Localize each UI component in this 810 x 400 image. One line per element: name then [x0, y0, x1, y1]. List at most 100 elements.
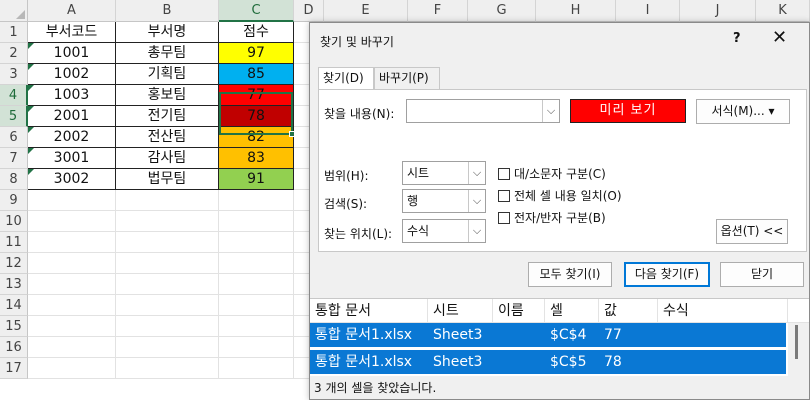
options-button[interactable]: 옵션(T) << — [716, 219, 788, 244]
row-header-13[interactable]: 13 — [0, 274, 28, 295]
column-header-a[interactable]: A — [28, 0, 116, 22]
cell-c7[interactable]: 83 — [219, 148, 294, 169]
row-header-10[interactable]: 10 — [0, 211, 28, 232]
cell-b4[interactable]: 홍보팀 — [116, 85, 219, 106]
fill-handle[interactable] — [289, 131, 295, 137]
cell-c14[interactable] — [219, 295, 294, 316]
cell-a1[interactable]: 부서코드 — [28, 22, 116, 43]
cell-c3[interactable]: 85 — [219, 64, 294, 85]
column-header-h[interactable]: H — [536, 0, 616, 22]
cell-b8[interactable]: 법무팀 — [116, 169, 219, 190]
row-header-6[interactable]: 6 — [0, 127, 28, 148]
column-header-b[interactable]: B — [116, 0, 219, 22]
column-header-f[interactable]: F — [408, 0, 468, 22]
cell-c1[interactable]: 점수 — [219, 22, 294, 43]
cell-b5[interactable]: 전기팀 — [116, 106, 219, 127]
column-header-g[interactable]: G — [468, 0, 536, 22]
cell-a9[interactable] — [28, 190, 116, 211]
cell-a7[interactable]: 3001 — [28, 148, 116, 169]
row-header-15[interactable]: 15 — [0, 316, 28, 337]
match-case-checkbox[interactable]: 대/소문자 구분(C) — [498, 165, 606, 182]
cell-b1[interactable]: 부서명 — [116, 22, 219, 43]
cell-b3[interactable]: 기획팀 — [116, 64, 219, 85]
result-row[interactable]: 통합 문서1.xlsx Sheet3 $C$4 77 — [310, 323, 786, 347]
select-all-corner[interactable] — [0, 0, 28, 22]
chevron-down-icon[interactable]: ⌵ — [468, 162, 485, 184]
row-header-17[interactable]: 17 — [0, 358, 28, 379]
cell-b14[interactable] — [116, 295, 219, 316]
row-header-16[interactable]: 16 — [0, 337, 28, 358]
column-header-d[interactable]: D — [294, 0, 324, 22]
results-list[interactable]: 통합 문서 시트 이름 셀 값 수식 통합 문서1.xlsx Sheet3 $C$4 77 통합 … — [310, 298, 809, 377]
cell-b13[interactable] — [116, 274, 219, 295]
cell-a13[interactable] — [28, 274, 116, 295]
row-header-4[interactable]: 4 — [0, 85, 28, 106]
find-what-input[interactable]: ⌵ — [406, 99, 560, 123]
chevron-down-icon[interactable]: ⌵ — [542, 100, 559, 122]
cell-a11[interactable] — [28, 232, 116, 253]
cell-c12[interactable] — [219, 253, 294, 274]
row-header-14[interactable]: 14 — [0, 295, 28, 316]
row-header-9[interactable]: 9 — [0, 190, 28, 211]
column-header-j[interactable]: J — [680, 0, 756, 22]
row-header-8[interactable]: 8 — [0, 169, 28, 190]
close-icon[interactable]: ✕ — [772, 27, 787, 48]
cell-b2[interactable]: 총무팀 — [116, 43, 219, 64]
cell-b6[interactable]: 전산팀 — [116, 127, 219, 148]
cell-c2[interactable]: 97 — [219, 43, 294, 64]
close-button[interactable]: 닫기 — [720, 262, 804, 287]
cell-c16[interactable] — [219, 337, 294, 358]
tab-find[interactable]: 찾기(D) — [318, 67, 374, 91]
result-row[interactable]: 통합 문서1.xlsx Sheet3 $C$5 78 — [310, 350, 786, 374]
cell-b12[interactable] — [116, 253, 219, 274]
row-header-3[interactable]: 3 — [0, 64, 28, 85]
row-header-12[interactable]: 12 — [0, 253, 28, 274]
cell-c13[interactable] — [219, 274, 294, 295]
cell-a10[interactable] — [28, 211, 116, 232]
cell-a6[interactable]: 2002 — [28, 127, 116, 148]
cell-b9[interactable] — [116, 190, 219, 211]
cell-a17[interactable] — [28, 358, 116, 379]
cell-a4[interactable]: 1003 — [28, 85, 116, 106]
row-header-2[interactable]: 2 — [0, 43, 28, 64]
cell-a14[interactable] — [28, 295, 116, 316]
find-next-button[interactable]: 다음 찾기(F) — [624, 262, 710, 287]
cell-c15[interactable] — [219, 316, 294, 337]
results-column-header[interactable]: 셀 — [545, 299, 599, 323]
cell-c9[interactable] — [219, 190, 294, 211]
results-column-header[interactable]: 수식 — [658, 299, 788, 323]
look-in-select[interactable]: 수식 ⌵ — [402, 219, 486, 243]
results-scrollbar[interactable] — [788, 323, 809, 377]
find-all-button[interactable]: 모두 찾기(I) — [528, 262, 612, 287]
cell-c10[interactable] — [219, 211, 294, 232]
results-column-header[interactable]: 이름 — [493, 299, 545, 323]
cell-a2[interactable]: 1001 — [28, 43, 116, 64]
cell-c8[interactable]: 91 — [219, 169, 294, 190]
cell-b17[interactable] — [116, 358, 219, 379]
results-column-header[interactable]: 시트 — [428, 299, 493, 323]
column-header-i[interactable]: I — [616, 0, 680, 22]
cell-a5[interactable]: 2001 — [28, 106, 116, 127]
cell-a15[interactable] — [28, 316, 116, 337]
scrollbar-thumb[interactable] — [795, 325, 798, 359]
cell-a12[interactable] — [28, 253, 116, 274]
cell-b11[interactable] — [116, 232, 219, 253]
column-header-e[interactable]: E — [324, 0, 408, 22]
row-header-7[interactable]: 7 — [0, 148, 28, 169]
row-header-11[interactable]: 11 — [0, 232, 28, 253]
tab-replace[interactable]: 바꾸기(P) — [374, 67, 440, 90]
cell-c11[interactable] — [219, 232, 294, 253]
row-header-1[interactable]: 1 — [0, 22, 28, 43]
format-button[interactable]: 서식(M)... ▾ — [696, 99, 790, 124]
column-header-c[interactable]: C — [219, 0, 294, 22]
search-select[interactable]: 행 ⌵ — [402, 189, 486, 213]
cell-b16[interactable] — [116, 337, 219, 358]
match-entire-checkbox[interactable]: 전체 셀 내용 일치(O) — [498, 187, 622, 204]
column-header-k[interactable]: K — [756, 0, 810, 22]
cell-a8[interactable]: 3002 — [28, 169, 116, 190]
results-column-header[interactable]: 통합 문서 — [310, 299, 428, 323]
scope-select[interactable]: 시트 ⌵ — [402, 161, 486, 185]
cell-c17[interactable] — [219, 358, 294, 379]
chevron-down-icon[interactable]: ⌵ — [468, 190, 485, 212]
row-header-5[interactable]: 5 — [0, 106, 28, 127]
